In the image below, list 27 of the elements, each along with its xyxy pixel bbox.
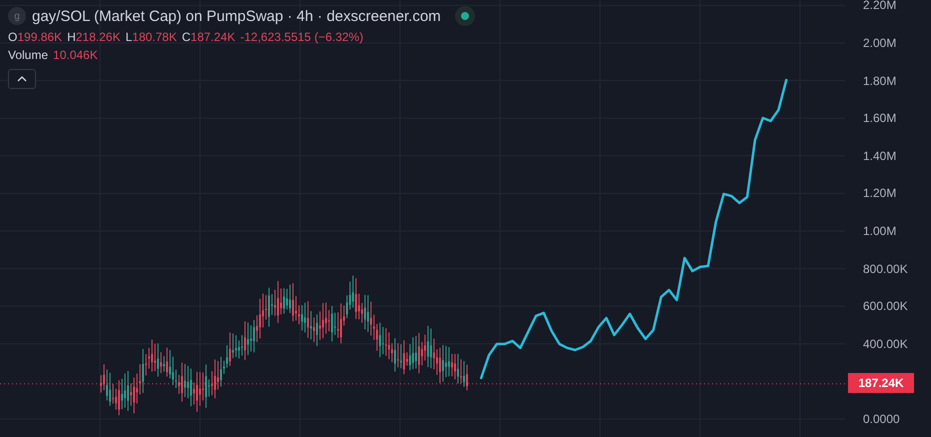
- ohlc-label: O: [8, 30, 18, 44]
- price-change: -12,623.5515 (−6.32%): [240, 30, 364, 44]
- axis-label: 1.80M: [863, 74, 896, 88]
- axis-label: 2.00M: [863, 36, 896, 50]
- axis-label: 1.00M: [863, 224, 896, 238]
- axis-label: 400.00K: [863, 336, 908, 351]
- volume-label: Volume: [8, 48, 48, 62]
- collapse-button[interactable]: [8, 69, 36, 89]
- axis-label: 1.20M: [863, 186, 896, 200]
- axis-label: 1.40M: [863, 148, 896, 163]
- axis-label: 800.00K: [863, 262, 908, 276]
- axis-label: 1.60M: [863, 111, 896, 126]
- ohlc-label: L: [125, 30, 132, 44]
- ohlc-label: C: [182, 30, 191, 44]
- axis-label: 0.0000: [863, 412, 900, 426]
- current-price-label: 187.24K: [848, 373, 914, 393]
- axis-label: 600.00K: [863, 299, 908, 314]
- ohlc-value: 199.86K: [17, 30, 62, 44]
- chart-title: gay/SOL (Market Cap) on PumpSwap · 4h · dexscreener.com: [32, 8, 441, 24]
- ohlc-value: 180.78K: [132, 30, 177, 44]
- ohlc-label: H: [67, 30, 76, 44]
- token-logo: g: [8, 7, 26, 25]
- volume-value: 10.046K: [53, 48, 98, 62]
- chevron-up-icon: [17, 76, 27, 82]
- axis-label: 2.20M: [863, 0, 896, 12]
- ohlc-value: 218.26K: [76, 30, 120, 44]
- ohlc-value: 187.24K: [190, 30, 236, 44]
